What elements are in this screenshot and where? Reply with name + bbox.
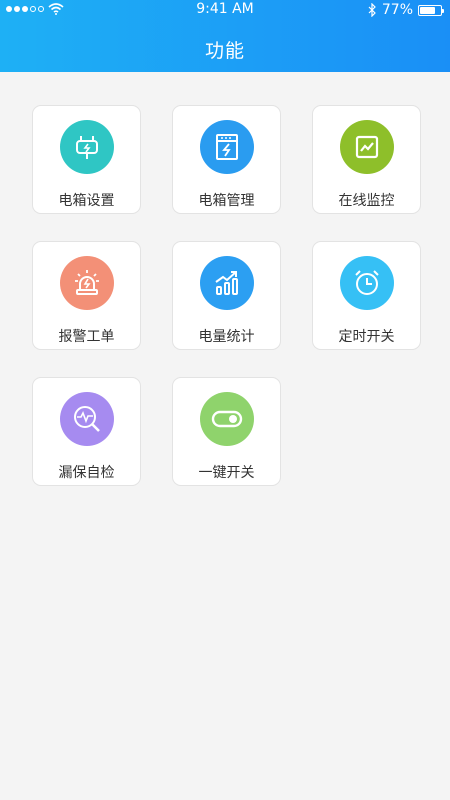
- toggle-switch-icon: [200, 392, 254, 446]
- function-card-alarm-orders[interactable]: 报警工单: [32, 241, 141, 350]
- function-card-online-monitor[interactable]: 在线监控: [312, 105, 421, 214]
- alarm-clock-icon: [340, 256, 394, 310]
- function-label: 一键开关: [198, 465, 255, 481]
- page-title: 功能: [204, 40, 245, 62]
- battery-percent: 77%: [381, 2, 413, 18]
- function-label: 定时开关: [338, 329, 395, 345]
- leak-detect-icon: [60, 392, 114, 446]
- function-card-power-statistics[interactable]: 电量统计: [172, 241, 281, 350]
- battery-icon: [418, 4, 444, 16]
- alarm-light-icon: [60, 256, 114, 310]
- function-label: 报警工单: [58, 329, 115, 345]
- function-label: 在线监控: [338, 193, 395, 209]
- function-label: 电量统计: [198, 329, 255, 345]
- bluetooth-icon: [368, 3, 376, 17]
- monitor-chart-icon: [340, 120, 394, 174]
- function-card-timer-switch[interactable]: 定时开关: [312, 241, 421, 350]
- function-card-box-management[interactable]: 电箱管理: [172, 105, 281, 214]
- function-card-leakage-selftest[interactable]: 漏保自检: [32, 377, 141, 486]
- electric-box-icon: [200, 120, 254, 174]
- function-card-box-settings[interactable]: 电箱设置: [32, 105, 141, 214]
- plug-icon: [60, 120, 114, 174]
- app-header: 9:41 AM 77% 功能: [0, 0, 450, 72]
- status-bar: 9:41 AM 77%: [0, 0, 450, 20]
- function-label: 漏保自检: [58, 465, 115, 481]
- bar-chart-icon: [200, 256, 254, 310]
- function-label: 电箱管理: [198, 193, 255, 209]
- function-card-one-key-switch[interactable]: 一键开关: [172, 377, 281, 486]
- function-label: 电箱设置: [58, 193, 115, 209]
